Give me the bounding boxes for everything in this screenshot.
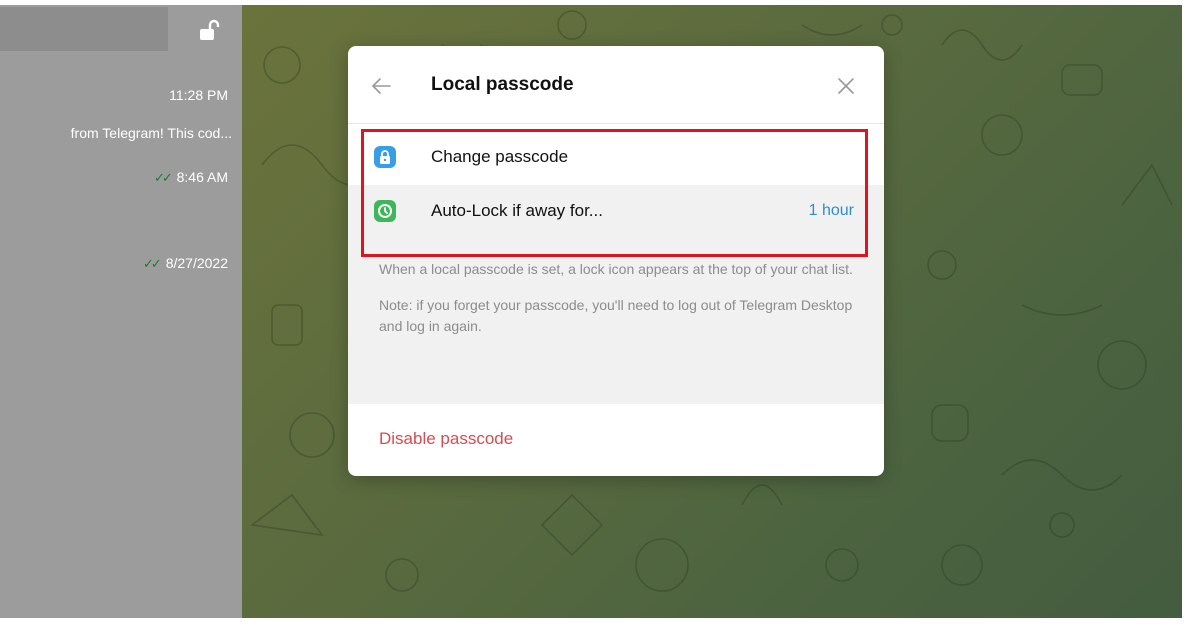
info-text: When a local passcode is set, a lock ico… — [379, 261, 853, 277]
chat-list-sidebar: 11:28 PM from Telegram! This cod... ✓✓ 8… — [0, 5, 242, 618]
passcode-info: When a local passcode is set, a lock ico… — [348, 239, 884, 404]
search-input[interactable] — [0, 7, 168, 51]
highlight-box — [361, 129, 868, 257]
back-arrow-icon[interactable] — [370, 74, 394, 98]
chat-time-row: ✓✓ 8:46 AM — [154, 169, 228, 186]
chat-time: 8:46 AM — [176, 169, 228, 185]
chat-time-row: ✓✓ 8/27/2022 — [143, 255, 228, 272]
chat-preview: from Telegram! This cod... — [70, 125, 232, 141]
dialog-header: Local passcode — [348, 46, 884, 124]
close-icon[interactable] — [836, 76, 856, 96]
chat-time: 8/27/2022 — [165, 255, 228, 271]
unlock-icon[interactable] — [196, 17, 222, 43]
read-check-icon: ✓✓ — [143, 256, 162, 271]
local-passcode-dialog: Local passcode Change passcode Auto-Lock… — [348, 46, 884, 476]
read-check-icon: ✓✓ — [153, 170, 173, 185]
chat-time: 11:28 PM — [169, 87, 228, 103]
disable-passcode-button[interactable]: Disable passcode — [379, 429, 513, 449]
dialog-title: Local passcode — [431, 74, 574, 95]
info-text: Note: if you forget your passcode, you'l… — [379, 297, 853, 334]
